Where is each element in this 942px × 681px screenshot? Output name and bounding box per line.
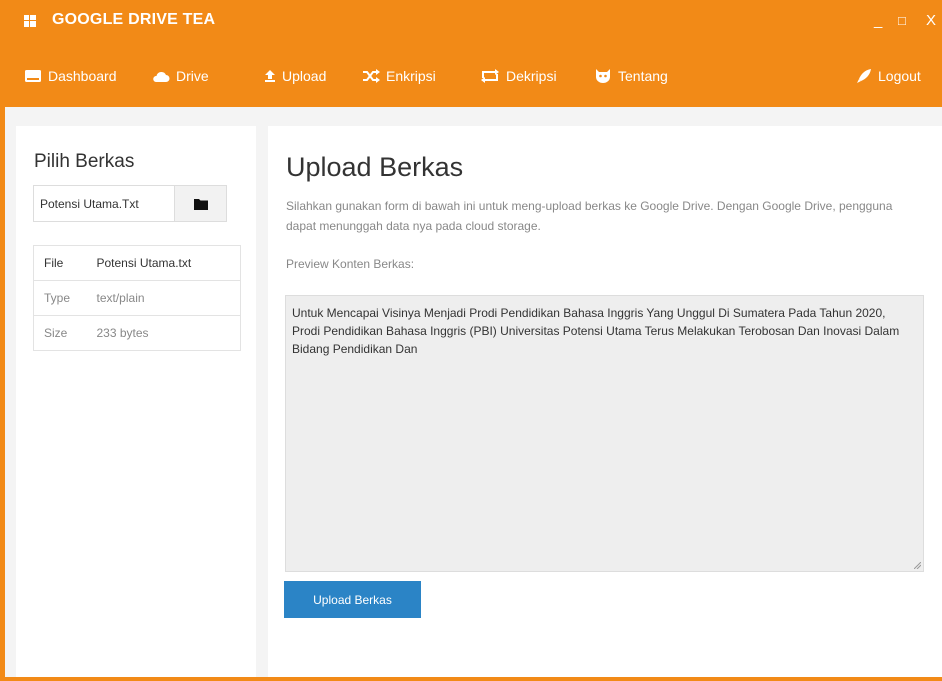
nav-item-drive[interactable]: Drive [152,65,209,87]
upload-icon [265,70,275,82]
shuffle-icon [363,69,380,83]
github-cat-icon [596,69,610,83]
nav-item-dashboard[interactable]: Dashboard [24,65,117,87]
info-key: Type [33,280,87,316]
main-navbar: Dashboard Drive Upload Enkripsi Dekripsi… [0,42,942,107]
file-name-value: Potensi Utama.Txt [40,197,139,211]
nav-label-enkripsi: Enkripsi [386,68,436,84]
preview-content-textarea[interactable]: Untuk Mencapai Visinya Menjadi Prodi Pen… [285,295,924,572]
nav-item-enkripsi[interactable]: Enkripsi [362,65,436,87]
table-row: File Potensi Utama.txt [34,246,241,281]
file-picker-title: Pilih Berkas [34,151,135,172]
app-title: GOOGLE DRIVE TEA [52,11,216,28]
close-button[interactable]: X [926,12,936,29]
nav-item-dekripsi[interactable]: Dekripsi [480,65,557,87]
bottom-accent-border [5,677,942,681]
preview-content-text: Untuk Mencapai Visinya Menjadi Prodi Pen… [292,306,900,356]
table-row: Type text/plain [33,280,241,316]
preview-label: Preview Konten Berkas: [286,257,415,271]
info-key: Size [33,315,87,351]
browse-file-button[interactable] [175,185,227,222]
table-row: Size 233 bytes [33,315,241,351]
nav-label-drive: Drive [176,68,209,84]
maximize-button[interactable]: □ [898,13,906,28]
nav-label-logout: Logout [878,68,921,84]
folder-icon [193,198,208,210]
page-title: Upload Berkas [286,152,464,182]
nav-label-upload: Upload [282,68,327,84]
nav-label-tentang: Tentang [618,68,668,84]
file-info-table: File Potensi Utama.txt Type text/plain S… [33,245,241,351]
info-value: text/plain [86,280,241,316]
upload-button[interactable]: Upload Berkas [284,581,421,618]
dashboard-icon [25,70,41,82]
file-name-input[interactable]: Potensi Utama.Txt [33,185,175,222]
rocket-icon [857,69,871,83]
app-window: GOOGLE DRIVE TEA _ □ X Dashboard Drive U… [0,0,942,681]
minimize-button[interactable]: _ [874,12,882,29]
info-key: File [44,256,64,270]
title-bar: GOOGLE DRIVE TEA _ □ X [0,0,942,42]
page-description: Silahkan gunakan form di bawah ini untuk… [286,199,893,233]
nav-label-dashboard: Dashboard [48,68,117,84]
windows-logo-icon [24,15,36,27]
info-value: Potensi Utama.txt [96,256,192,270]
info-value: 233 bytes [86,315,241,351]
cloud-icon [153,71,170,82]
nav-item-upload[interactable]: Upload [264,65,326,87]
nav-label-dekripsi: Dekripsi [506,68,557,84]
repeat-icon [481,69,499,83]
nav-item-tentang[interactable]: Tentang [594,65,668,87]
left-accent-border [0,107,5,681]
resize-handle-icon[interactable] [914,562,921,569]
logout-button[interactable]: Logout [856,65,921,87]
